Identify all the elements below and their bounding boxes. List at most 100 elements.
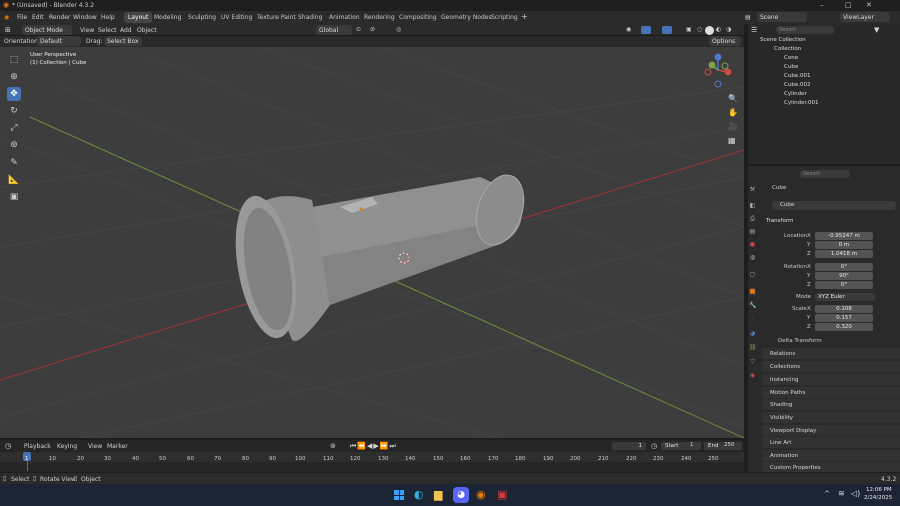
physics-tab-icon[interactable]: ◕ (749, 330, 756, 337)
editor-type-icon[interactable]: ⊞ (5, 26, 11, 34)
outliner-scene-collection[interactable]: Scene Collection (748, 37, 900, 46)
line-art-panel[interactable]: Line Art (762, 437, 900, 448)
menu-add[interactable]: Add (120, 27, 132, 34)
outliner-item[interactable]: Cube.001 (748, 73, 900, 82)
custom-properties-panel[interactable]: Custom Properties (762, 462, 900, 472)
mode-selector[interactable]: Object Mode (22, 25, 72, 35)
tab-sculpting[interactable]: Sculpting (184, 12, 220, 23)
close-icon[interactable]: ✕ (866, 1, 872, 9)
app-taskbar-icon[interactable]: ▣ (497, 488, 507, 501)
menu-marker[interactable]: Marker (107, 443, 128, 450)
overlay-toggle-icon[interactable] (662, 26, 672, 34)
scale-y-field[interactable]: 0.157 (815, 314, 873, 322)
animation-panel[interactable]: Animation (762, 450, 900, 461)
pivot-icon[interactable]: ⊙ (356, 26, 361, 33)
object-name-field[interactable]: Cube (772, 201, 896, 210)
clock-date[interactable]: 2/24/2025 (864, 495, 892, 501)
solid-shading-icon[interactable] (705, 26, 714, 35)
modifier-tab-icon[interactable]: 🔧 (749, 302, 756, 309)
xray-icon[interactable]: ▣ (686, 26, 692, 33)
particles-tab-icon[interactable]: ∴ (749, 316, 756, 323)
outliner-item[interactable]: Cube.002 (748, 82, 900, 91)
menu-playback[interactable]: Playback (24, 443, 51, 450)
menu-keying[interactable]: Keying (57, 443, 77, 450)
navigation-gizmo[interactable]: 🔍 ✋ 🎥 ▦ (700, 50, 740, 150)
proportional-edit-icon[interactable]: ◎ (396, 26, 401, 33)
view-layer-tab-icon[interactable]: ▤ (749, 228, 756, 235)
menu-edit[interactable]: Edit (32, 14, 44, 21)
menu-file[interactable]: File (17, 14, 27, 21)
filter-icon[interactable]: ▼ (874, 26, 879, 34)
volume-icon[interactable]: ◁) (851, 489, 860, 498)
add-workspace-icon[interactable]: + (521, 12, 528, 21)
menu-help[interactable]: Help (101, 14, 115, 21)
rendered-shading-icon[interactable]: ◑ (726, 26, 731, 33)
transform-tool-icon[interactable]: ⊛ (7, 138, 21, 152)
relations-panel[interactable]: Relations (762, 348, 900, 359)
drag-selector[interactable]: Select Box (104, 36, 142, 46)
scale-x-field[interactable]: 0.108 (815, 305, 873, 313)
outliner-search-input[interactable]: Search (776, 26, 834, 34)
outliner-item[interactable]: Cone (748, 55, 900, 64)
wireframe-shading-icon[interactable]: ○ (697, 26, 702, 33)
minimize-icon[interactable]: – (820, 1, 824, 9)
outliner-type-icon[interactable]: ☰ (751, 26, 757, 34)
menu-select[interactable]: Select (98, 27, 117, 34)
tray-chevron-icon[interactable]: ^ (824, 490, 830, 498)
tab-animation[interactable]: Animation (325, 12, 364, 23)
pan-hand-icon[interactable]: ✋ (728, 108, 738, 117)
tab-modeling[interactable]: Modeling (150, 12, 185, 23)
snap-icon[interactable]: ⊘ (370, 26, 375, 33)
tab-texture-paint[interactable]: Texture Paint (253, 12, 300, 23)
measure-tool-icon[interactable]: 📐 (7, 173, 21, 187)
perspective-toggle-icon[interactable]: ▦ (728, 136, 736, 145)
file-explorer-icon[interactable]: ▆ (434, 488, 442, 501)
blender-menu-icon[interactable]: ◉ (4, 14, 9, 21)
visibility-icon[interactable]: ◉ (626, 26, 631, 33)
constraints-tab-icon[interactable]: ⛓ (749, 344, 757, 351)
menu-view[interactable]: View (80, 27, 94, 34)
tab-rendering[interactable]: Rendering (360, 12, 399, 23)
transform-panel-header[interactable]: Transform (766, 218, 793, 224)
current-frame-field[interactable]: 1 (612, 442, 646, 450)
camera-view-icon[interactable]: 🎥 (728, 122, 738, 131)
cursor-tool-icon[interactable]: ⊕ (7, 70, 21, 84)
blender-taskbar-icon[interactable]: ◉ (476, 488, 486, 501)
visibility-panel[interactable]: Visibility (762, 412, 900, 423)
maximize-icon[interactable]: □ (845, 1, 852, 9)
view-layer-selector[interactable]: ViewLayer (840, 12, 890, 22)
menu-window[interactable]: Window (73, 14, 97, 21)
tool-tab-icon[interactable]: ⚒ (749, 186, 756, 193)
location-z-field[interactable]: 1.0418 m (815, 250, 873, 258)
3d-viewport[interactable] (0, 47, 744, 438)
world-tab-icon[interactable]: ◍ (749, 254, 756, 261)
properties-search-input[interactable]: Search (800, 170, 850, 178)
shading-panel[interactable]: Shading (762, 399, 900, 410)
outliner-collection[interactable]: Collection (748, 46, 900, 55)
data-tab-icon[interactable]: ▽ (749, 358, 756, 365)
delta-transform-panel[interactable]: Delta Transform (778, 338, 822, 344)
motion-paths-panel[interactable]: Motion Paths (762, 387, 900, 398)
menu-timeline-view[interactable]: View (88, 443, 102, 450)
move-tool-icon[interactable]: ✥ (7, 87, 21, 101)
location-x-field[interactable]: -0.95247 m (815, 232, 873, 240)
output-tab-icon[interactable]: ⎙ (749, 215, 756, 222)
material-shading-icon[interactable]: ◐ (716, 26, 721, 33)
collection-tab-icon[interactable]: ▢ (749, 271, 756, 278)
transform-orientation[interactable]: Global (316, 25, 352, 35)
outliner-item[interactable]: Cylinder.001 (748, 100, 900, 109)
discord-icon[interactable]: ◕ (453, 487, 469, 503)
scene-selector[interactable]: Scene (757, 12, 807, 22)
tab-compositing[interactable]: Compositing (395, 12, 441, 23)
object-tab-icon[interactable]: ■ (749, 288, 756, 295)
menu-object[interactable]: Object (137, 27, 157, 34)
scale-z-field[interactable]: 0.320 (815, 323, 873, 331)
collections-panel[interactable]: Collections (762, 361, 900, 372)
playback-controls-icon[interactable]: ⏮⏪◀▶⏩⏭ (350, 442, 397, 451)
start-frame-field[interactable]: 1 (690, 442, 694, 448)
viewport-display-panel[interactable]: Viewport Display (762, 425, 900, 436)
rotation-y-field[interactable]: 90° (815, 272, 873, 280)
material-tab-icon[interactable]: ◉ (749, 372, 756, 379)
clock-time[interactable]: 12:06 PM (866, 487, 892, 493)
autokey-icon[interactable]: ⊚ (330, 442, 336, 450)
